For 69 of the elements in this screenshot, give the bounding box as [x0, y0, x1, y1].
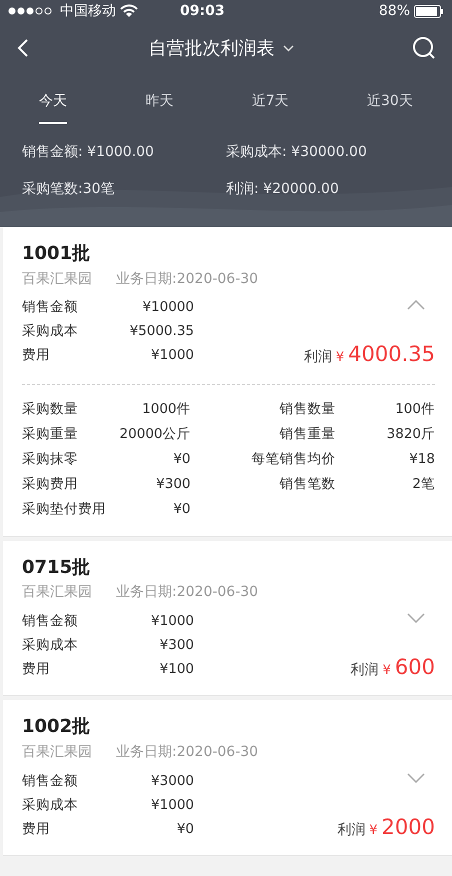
- summary-stat: 销售金额: ¥1000.00: [22, 143, 155, 162]
- row-value: ¥100: [158, 660, 194, 680]
- row-label: 费用: [22, 346, 51, 366]
- detail-value: 3820斤: [386, 424, 435, 444]
- profit-label: 利润: [304, 348, 332, 367]
- batch-card[interactable]: 1001批 百果汇果园 业务日期:2020-06-30 销售金额 ¥10000 采购成本 ¥5000.35 费用 ¥1000 利润 ¥ 4000.35 采购数量 1000件 销售数量 100件 采购重量 20000公斤 销售重量 3820斤 采购抹零 ¥0 每笔销售均价 ¥18 采购费用 ¥300 销售笔数 2笔 采购垫付费用 ¥0: [3, 227, 452, 537]
- detail-value: 1000件: [142, 400, 190, 419]
- detail-label: 采购重量: [22, 424, 79, 444]
- detail-value: ¥0: [173, 500, 190, 519]
- currency-symbol: ¥: [369, 822, 378, 840]
- detail-label: 销售数量: [278, 400, 336, 419]
- batch-card[interactable]: 0715批 百果汇果园 业务日期:2020-06-30 销售金额 ¥1000 采购成本 ¥300 费用 ¥100 利润 ¥ 600: [3, 540, 452, 696]
- batch-title: 1001批: [22, 243, 92, 265]
- currency-symbol: ¥: [382, 662, 391, 680]
- business-date: 业务日期:2020-06-30: [116, 742, 258, 762]
- row-value: ¥5000.35: [128, 322, 194, 342]
- batch-card[interactable]: 1002批 百果汇果园 业务日期:2020-06-30 销售金额 ¥3000 采购成本 ¥1000 费用 ¥0 利润 ¥ 2000: [3, 700, 452, 856]
- detail-label: 采购数量: [22, 400, 79, 419]
- row-value: ¥1000: [150, 612, 194, 632]
- period-tab[interactable]: 昨天: [145, 91, 174, 124]
- battery-percentage: 88%: [378, 2, 410, 20]
- row-label: 销售金额: [22, 612, 79, 632]
- row-value: ¥0: [176, 820, 194, 839]
- row-label: 采购成本: [22, 322, 79, 342]
- period-tab[interactable]: 近30天: [367, 91, 413, 124]
- summary-stat: 利润: ¥20000.00: [226, 180, 340, 199]
- clock-time: 09:03: [180, 2, 225, 20]
- detail-label: 每笔销售均价: [250, 450, 336, 469]
- period-tab[interactable]: 今天: [39, 91, 68, 124]
- detail-label: 销售笔数: [278, 474, 336, 494]
- row-label: 费用: [22, 660, 51, 680]
- currency-symbol: ¥: [336, 348, 344, 367]
- detail-value: ¥0: [173, 450, 190, 469]
- profit-label: 利润: [350, 661, 379, 680]
- page-title[interactable]: 自营批次利润表: [148, 34, 274, 62]
- profit-amount: 2000: [382, 816, 435, 838]
- summary-stat: 采购笔数:30笔: [22, 180, 116, 199]
- batch-title: 1002批: [22, 716, 92, 738]
- detail-value: ¥18: [408, 450, 435, 469]
- profit-amount: 600: [394, 657, 435, 678]
- batch-title: 0715批: [22, 556, 92, 578]
- farm-name: 百果汇果园: [22, 583, 92, 602]
- detail-label: 采购费用: [22, 474, 79, 494]
- row-value: ¥3000: [150, 772, 194, 791]
- profit-label: 利润: [337, 820, 366, 840]
- row-label: 采购成本: [22, 636, 79, 656]
- summary-stat: 采购成本: ¥30000.00: [226, 143, 368, 162]
- detail-value: ¥300: [156, 474, 190, 494]
- row-value: ¥1000: [150, 796, 194, 815]
- row-value: ¥300: [158, 636, 194, 656]
- farm-name: 百果汇果园: [22, 270, 92, 289]
- detail-value: 2笔: [411, 474, 435, 494]
- business-date: 业务日期:2020-06-30: [116, 583, 258, 602]
- detail-label: 采购垫付费用: [22, 500, 107, 519]
- carrier-name: 中国移动: [60, 2, 116, 20]
- row-label: 费用: [22, 820, 51, 839]
- detail-value: 100件: [394, 400, 435, 419]
- business-date: 业务日期:2020-06-30: [116, 270, 258, 289]
- row-value: ¥10000: [141, 298, 194, 318]
- period-tab[interactable]: 近7天: [252, 91, 289, 124]
- row-label: 采购成本: [22, 796, 79, 815]
- farm-name: 百果汇果园: [22, 742, 92, 762]
- detail-label: 采购抹零: [22, 450, 79, 469]
- profit-amount: 4000.35: [348, 344, 435, 365]
- detail-label: 销售重量: [278, 424, 336, 444]
- row-value: ¥1000: [150, 346, 194, 366]
- detail-value: 20000公斤: [120, 424, 190, 444]
- row-label: 销售金额: [22, 772, 79, 791]
- row-label: 销售金额: [22, 298, 79, 318]
